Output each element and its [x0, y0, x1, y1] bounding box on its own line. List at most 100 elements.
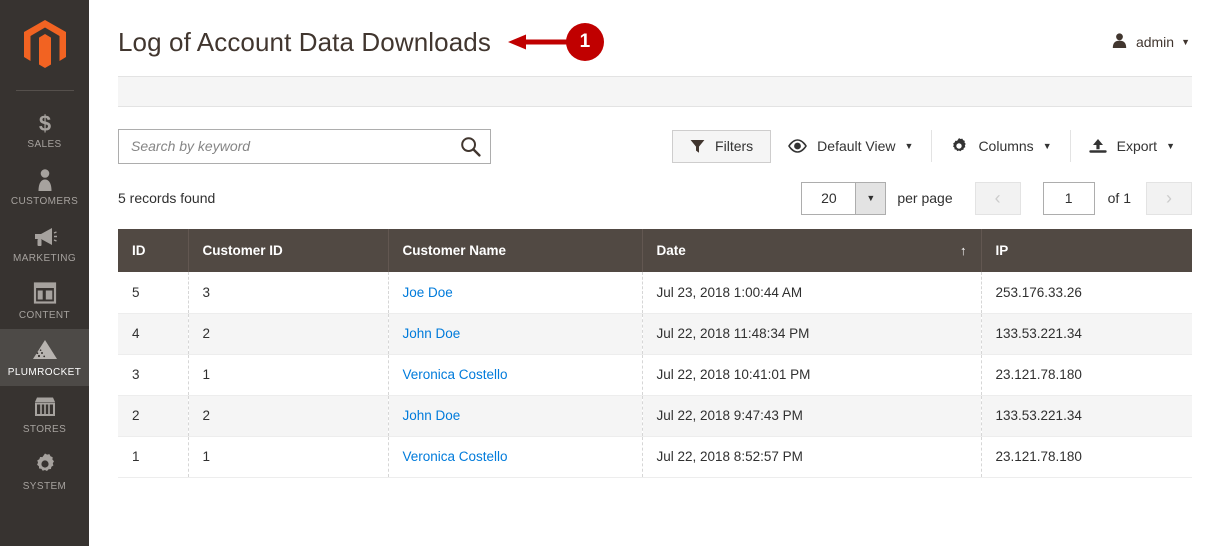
chevron-down-icon: ▼ [904, 141, 914, 151]
toolbar-right: Filters Default View ▼ Columns ▼ Export … [672, 129, 1192, 163]
cell-customer-name: John Doe [388, 395, 643, 437]
records-found-label: 5 records found [118, 190, 216, 206]
sidebar-item-marketing[interactable]: MARKETING [0, 215, 89, 272]
columns-label: Columns [978, 138, 1034, 154]
admin-user-menu[interactable]: admin ▼ [1111, 32, 1192, 52]
search-box[interactable] [118, 128, 491, 164]
column-header-id[interactable]: ID [118, 229, 189, 272]
column-header-label: ID [132, 243, 146, 258]
cell-customer-name: John Doe [388, 313, 643, 355]
table-row[interactable]: 1 1 Veronica Costello Jul 22, 2018 8:52:… [118, 436, 1192, 478]
cell-id: 5 [118, 272, 189, 314]
per-page-select[interactable]: 20 ▼ [801, 181, 887, 215]
cell-id: 1 [118, 436, 189, 478]
annotation-callout: 1 [507, 23, 604, 61]
sidebar-item-label: STORES [22, 424, 67, 435]
records-row: 5 records found 20 ▼ per page ‹ 1 of 1 › [118, 181, 1192, 215]
default-view-label: Default View [817, 138, 896, 154]
sidebar-item-content[interactable]: CONTENT [0, 272, 89, 329]
table-row[interactable]: 5 3 Joe Doe Jul 23, 2018 1:00:44 AM 253.… [118, 272, 1192, 314]
title-zone: Log of Account Data Downloads 1 [118, 22, 604, 61]
customer-name-link[interactable]: John Doe [403, 408, 461, 423]
page-title: Log of Account Data Downloads [118, 26, 491, 57]
search-icon [460, 136, 481, 157]
cell-ip: 133.53.221.34 [981, 313, 1192, 355]
avatar-icon [1111, 32, 1128, 52]
person-icon [2, 167, 87, 193]
cell-id: 4 [118, 313, 189, 355]
table-header-row: ID Customer ID Customer Name Date ↑ IP [118, 229, 1192, 272]
table-row[interactable]: 2 2 John Doe Jul 22, 2018 9:47:43 PM 133… [118, 395, 1192, 437]
customer-name-link[interactable]: Veronica Costello [403, 449, 508, 464]
pagination-controls: 20 ▼ per page ‹ 1 of 1 › [801, 181, 1192, 215]
admin-user-label: admin [1135, 34, 1175, 50]
total-pages-label: of 1 [1107, 190, 1131, 206]
cell-ip: 133.53.221.34 [981, 395, 1192, 437]
cell-customer-id: 3 [188, 272, 389, 314]
megaphone-icon [2, 224, 87, 250]
customer-name-link[interactable]: Veronica Costello [403, 367, 508, 382]
grid-toolbar: Filters Default View ▼ Col [118, 128, 1192, 164]
column-header-ip[interactable]: IP [981, 229, 1192, 272]
gear-icon [953, 138, 967, 152]
data-grid-wrapper: ID Customer ID Customer Name Date ↑ IP 5… [118, 229, 1192, 478]
customer-name-link[interactable]: Joe Doe [403, 285, 453, 300]
filters-button[interactable]: Filters [672, 129, 772, 163]
cell-ip: 23.121.78.180 [981, 354, 1192, 396]
filters-label: Filters [715, 138, 754, 154]
svg-text:$: $ [38, 111, 50, 136]
columns-dropdown[interactable]: Columns ▼ [933, 130, 1068, 163]
table-row[interactable]: 3 1 Veronica Costello Jul 22, 2018 10:41… [118, 354, 1192, 396]
column-header-customer-name[interactable]: Customer Name [388, 229, 643, 272]
search-submit-button[interactable] [450, 130, 490, 163]
sidebar-item-label: CONTENT [18, 310, 71, 321]
per-page-label: per page [897, 190, 953, 206]
cell-date: Jul 22, 2018 11:48:34 PM [642, 313, 982, 355]
chevron-down-icon: ▼ [1042, 141, 1052, 151]
sidebar-item-label: SALES [27, 139, 62, 150]
sidebar-item-label: PLUMROCKET [7, 367, 82, 378]
table-row[interactable]: 4 2 John Doe Jul 22, 2018 11:48:34 PM 13… [118, 313, 1192, 355]
cell-customer-id: 2 [188, 313, 389, 355]
next-page-button[interactable]: › [1146, 181, 1192, 215]
customer-name-link[interactable]: John Doe [403, 326, 461, 341]
per-page-value: 20 [821, 190, 837, 206]
cell-date: Jul 23, 2018 1:00:44 AM [642, 272, 982, 314]
page-actions-strip [118, 76, 1192, 107]
sidebar-item-sales[interactable]: $ SALES [0, 101, 89, 158]
eye-icon [788, 139, 808, 153]
default-view-dropdown[interactable]: Default View ▼ [771, 130, 930, 163]
column-header-date[interactable]: Date ↑ [642, 229, 982, 272]
sidebar-item-label: CUSTOMERS [10, 196, 79, 207]
plumrocket-icon [2, 338, 87, 364]
search-input[interactable] [119, 129, 450, 163]
cell-ip: 253.176.33.26 [981, 272, 1192, 314]
sidebar-item-customers[interactable]: CUSTOMERS [0, 158, 89, 215]
funnel-icon [690, 139, 705, 153]
cell-ip: 23.121.78.180 [981, 436, 1192, 478]
toolbar-divider [1069, 130, 1071, 162]
column-header-customer-id[interactable]: Customer ID [188, 229, 389, 272]
sidebar-item-plumrocket[interactable]: PLUMROCKET [0, 329, 89, 386]
storefront-icon [2, 395, 87, 421]
cell-id: 2 [118, 395, 189, 437]
page-header: Log of Account Data Downloads 1 admin ▼ [89, 0, 1205, 68]
admin-sidebar: $ SALES CUSTOMERS MARKETING CONTENT PLUM… [0, 0, 89, 546]
cell-date: Jul 22, 2018 9:47:43 PM [642, 395, 982, 437]
export-upload-icon [1088, 138, 1107, 153]
download-log-table: ID Customer ID Customer Name Date ↑ IP 5… [118, 229, 1192, 478]
page-number-input[interactable]: 1 [1042, 181, 1095, 215]
export-dropdown[interactable]: Export ▼ [1072, 130, 1192, 163]
gear-icon [2, 452, 87, 478]
chevron-down-icon: ▼ [1166, 141, 1175, 151]
export-label: Export [1116, 138, 1158, 154]
previous-page-button[interactable]: ‹ [974, 181, 1021, 215]
magento-logo[interactable] [0, 0, 89, 90]
cell-customer-id: 1 [188, 354, 389, 396]
sidebar-item-stores[interactable]: STORES [0, 386, 89, 443]
table-head: ID Customer ID Customer Name Date ↑ IP [118, 229, 1192, 272]
annotation-arrow-icon [507, 34, 570, 50]
cell-id: 3 [118, 354, 189, 396]
sidebar-item-system[interactable]: SYSTEM [0, 443, 89, 500]
chevron-down-icon[interactable]: ▼ [855, 182, 886, 214]
